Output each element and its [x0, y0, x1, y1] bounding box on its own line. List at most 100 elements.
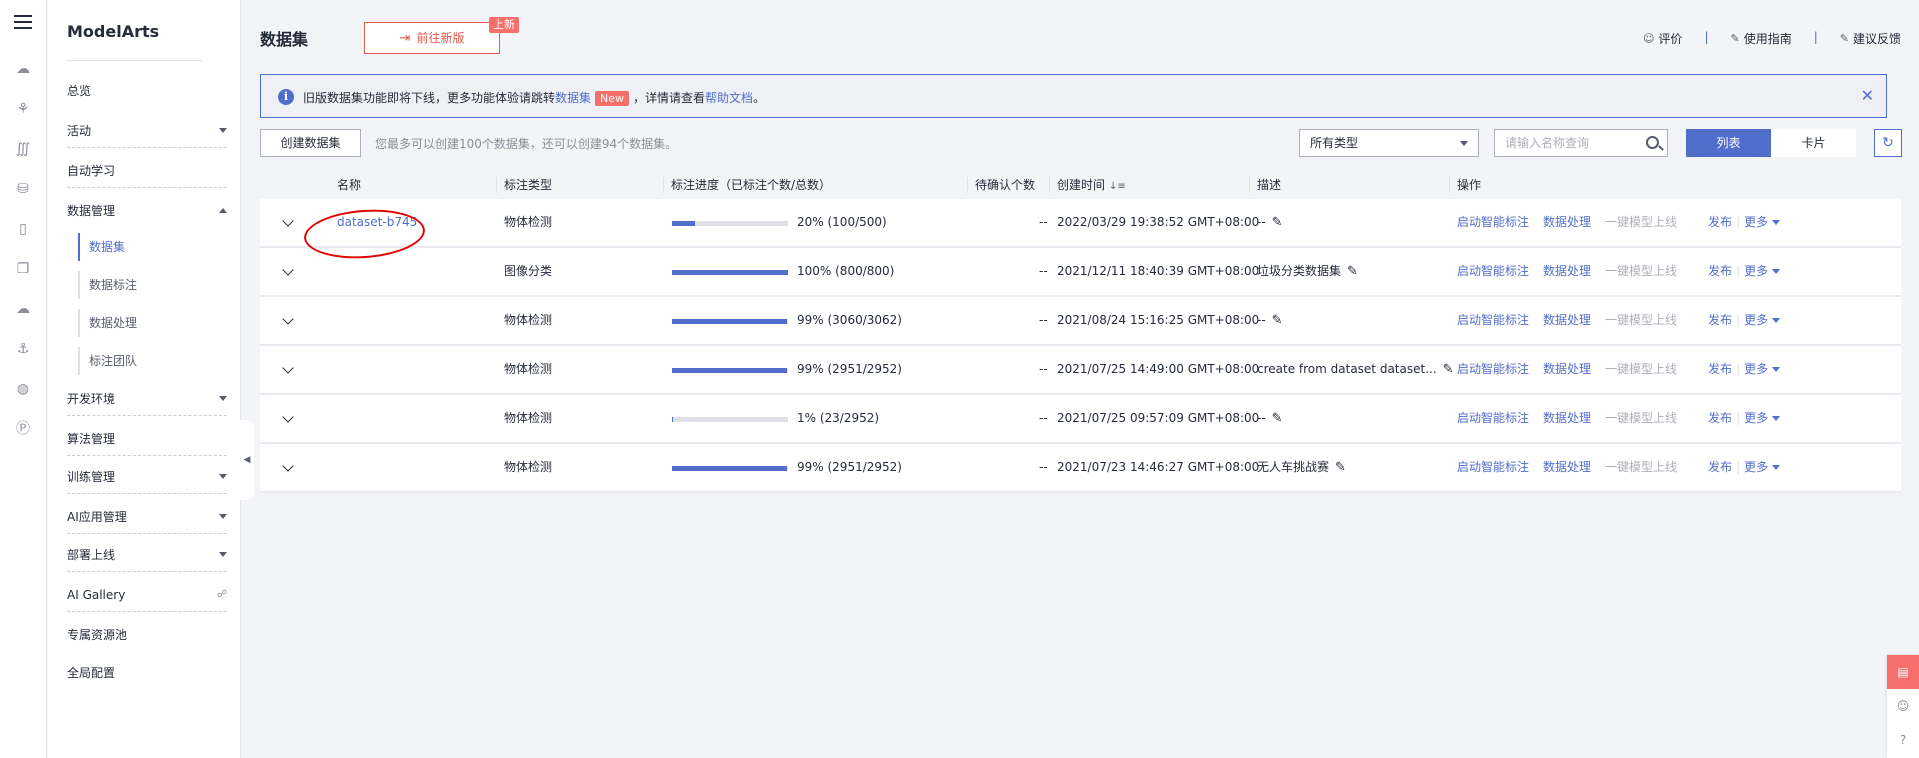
- chevron-down-icon[interactable]: [1772, 318, 1781, 323]
- expand-chevron-icon[interactable]: [282, 264, 294, 276]
- smart-label-link[interactable]: 启动智能标注: [1457, 215, 1529, 229]
- menu-item-deploy[interactable]: 部署上线: [67, 540, 227, 572]
- publish-link[interactable]: 发布: [1708, 411, 1732, 425]
- cloud-icon[interactable]: ☁: [13, 59, 33, 79]
- hamburger-menu-icon[interactable]: [14, 15, 32, 30]
- edit-pencil-icon[interactable]: ✎: [1347, 248, 1358, 295]
- card-view-button[interactable]: 卡片: [1771, 129, 1856, 157]
- chevron-down-icon[interactable]: [1772, 367, 1781, 372]
- menu-sub-label-team[interactable]: 标注团队: [78, 347, 218, 375]
- chevron-down-icon[interactable]: [1772, 465, 1781, 470]
- edit-pencil-icon[interactable]: ✎: [1272, 395, 1283, 442]
- cluster-icon[interactable]: ⚘: [13, 99, 33, 119]
- publish-link[interactable]: 发布: [1708, 362, 1732, 376]
- expand-chevron-icon[interactable]: [282, 411, 294, 423]
- progress-bar: [672, 221, 788, 226]
- data-process-link[interactable]: 数据处理: [1543, 313, 1591, 327]
- menu-item-dedicated-pool[interactable]: 专属资源池: [67, 620, 227, 650]
- publish-link[interactable]: 发布: [1708, 264, 1732, 278]
- globe-icon[interactable]: ◍: [13, 379, 33, 399]
- create-dataset-button[interactable]: 创建数据集: [260, 129, 361, 157]
- feedback-link[interactable]: ✎ 建议反馈: [1840, 30, 1901, 47]
- more-dropdown[interactable]: 更多: [1744, 264, 1768, 278]
- database-icon[interactable]: ⛁: [13, 179, 33, 199]
- notice-help-link[interactable]: 帮助文档: [705, 91, 753, 105]
- more-dropdown[interactable]: 更多: [1744, 460, 1768, 474]
- more-dropdown[interactable]: 更多: [1744, 215, 1768, 229]
- device-icon[interactable]: ▯: [13, 219, 33, 239]
- expand-chevron-icon[interactable]: [282, 215, 294, 227]
- smart-label-link[interactable]: 启动智能标注: [1457, 313, 1529, 327]
- column-header: 名称: [337, 178, 362, 192]
- edit-pencil-icon[interactable]: ✎: [1335, 444, 1346, 491]
- edit-pencil-icon[interactable]: ✎: [1443, 346, 1454, 393]
- chevron-down-icon[interactable]: [1772, 269, 1781, 274]
- publish-link[interactable]: 发布: [1708, 215, 1732, 229]
- ip-icon[interactable]: Ⓟ: [13, 419, 33, 439]
- more-dropdown[interactable]: 更多: [1744, 411, 1768, 425]
- guide-link[interactable]: ✎ 使用指南: [1730, 30, 1791, 47]
- sidebar-collapse-handle[interactable]: ◀: [240, 420, 254, 500]
- data-process-link[interactable]: 数据处理: [1543, 411, 1591, 425]
- column-header: 标注类型: [495, 171, 552, 199]
- description: create from dataset dataset... ✎: [1257, 346, 1454, 393]
- type-select[interactable]: 所有类型: [1299, 129, 1479, 157]
- progress-bar: [672, 417, 788, 422]
- smart-label-link[interactable]: 启动智能标注: [1457, 264, 1529, 278]
- sort-icon[interactable]: ↓≡: [1109, 181, 1126, 192]
- anchor-icon[interactable]: ⚓: [13, 339, 33, 359]
- menu-item-overview[interactable]: 总览: [67, 76, 227, 106]
- menu-item-automl[interactable]: 自动学习: [67, 156, 227, 188]
- wave-icon[interactable]: ∭: [13, 139, 33, 159]
- divider: |: [1736, 411, 1741, 425]
- menu-label: 部署上线: [67, 548, 116, 562]
- publish-link[interactable]: 发布: [1708, 460, 1732, 474]
- notice-dataset-link[interactable]: 数据集: [555, 91, 591, 105]
- menu-sub-labeling[interactable]: 数据标注: [78, 271, 218, 299]
- data-process-link[interactable]: 数据处理: [1543, 264, 1591, 278]
- help-icon[interactable]: ?: [1887, 723, 1919, 757]
- row-actions: 启动智能标注 数据处理 一键模型上线 发布 | 更多: [1457, 248, 1781, 295]
- smart-label-link[interactable]: 启动智能标注: [1457, 460, 1529, 474]
- refresh-icon[interactable]: ↻: [1874, 129, 1902, 157]
- menu-sub-processing[interactable]: 数据处理: [78, 309, 218, 337]
- column-header-created[interactable]: 创建时间 ↓≡: [1049, 171, 1126, 199]
- menu-item-algorithm[interactable]: 算法管理: [67, 424, 227, 456]
- edit-pencil-icon[interactable]: ✎: [1272, 297, 1283, 344]
- menu-item-dev-env[interactable]: 开发环境: [67, 384, 227, 416]
- rate-link[interactable]: ☺ 评价: [1643, 30, 1682, 47]
- chevron-down-icon[interactable]: [1772, 220, 1781, 225]
- expand-chevron-icon[interactable]: [282, 313, 294, 325]
- login-icon: ⇥: [399, 31, 411, 46]
- go-new-version-button[interactable]: ⇥ 前往新版: [364, 22, 500, 54]
- list-view-button[interactable]: 列表: [1686, 129, 1771, 157]
- copy-icon[interactable]: ❐: [13, 259, 33, 279]
- expand-chevron-icon[interactable]: [282, 460, 294, 472]
- close-icon[interactable]: ✕: [1861, 86, 1874, 105]
- search-input[interactable]: [1495, 130, 1635, 156]
- menu-item-global-config[interactable]: 全局配置: [67, 658, 227, 688]
- publish-link[interactable]: 发布: [1708, 313, 1732, 327]
- description-text: 垃圾分类数据集: [1257, 264, 1342, 278]
- menu-item-ai-app[interactable]: AI应用管理: [67, 502, 227, 534]
- smile-icon[interactable]: ☺: [1887, 689, 1919, 723]
- menu-item-data-management[interactable]: 数据管理: [67, 196, 227, 226]
- cloud-service-icon[interactable]: ☁: [13, 299, 33, 319]
- data-process-link[interactable]: 数据处理: [1543, 362, 1591, 376]
- data-process-link[interactable]: 数据处理: [1543, 460, 1591, 474]
- search-icon[interactable]: [1646, 136, 1659, 149]
- menu-item-activity[interactable]: 活动: [67, 116, 227, 148]
- expand-chevron-icon[interactable]: [282, 362, 294, 374]
- more-dropdown[interactable]: 更多: [1744, 313, 1768, 327]
- menu-sub-datasets[interactable]: 数据集: [78, 233, 218, 261]
- chat-icon[interactable]: ▤: [1887, 655, 1919, 689]
- menu-item-ai-gallery[interactable]: AI Gallery ☍: [67, 580, 227, 612]
- smart-label-link[interactable]: 启动智能标注: [1457, 411, 1529, 425]
- menu-item-training[interactable]: 训练管理: [67, 462, 227, 494]
- divider: |: [1736, 313, 1741, 327]
- data-process-link[interactable]: 数据处理: [1543, 215, 1591, 229]
- chevron-down-icon[interactable]: [1772, 416, 1781, 421]
- edit-pencil-icon[interactable]: ✎: [1272, 199, 1283, 246]
- smart-label-link[interactable]: 启动智能标注: [1457, 362, 1529, 376]
- more-dropdown[interactable]: 更多: [1744, 362, 1768, 376]
